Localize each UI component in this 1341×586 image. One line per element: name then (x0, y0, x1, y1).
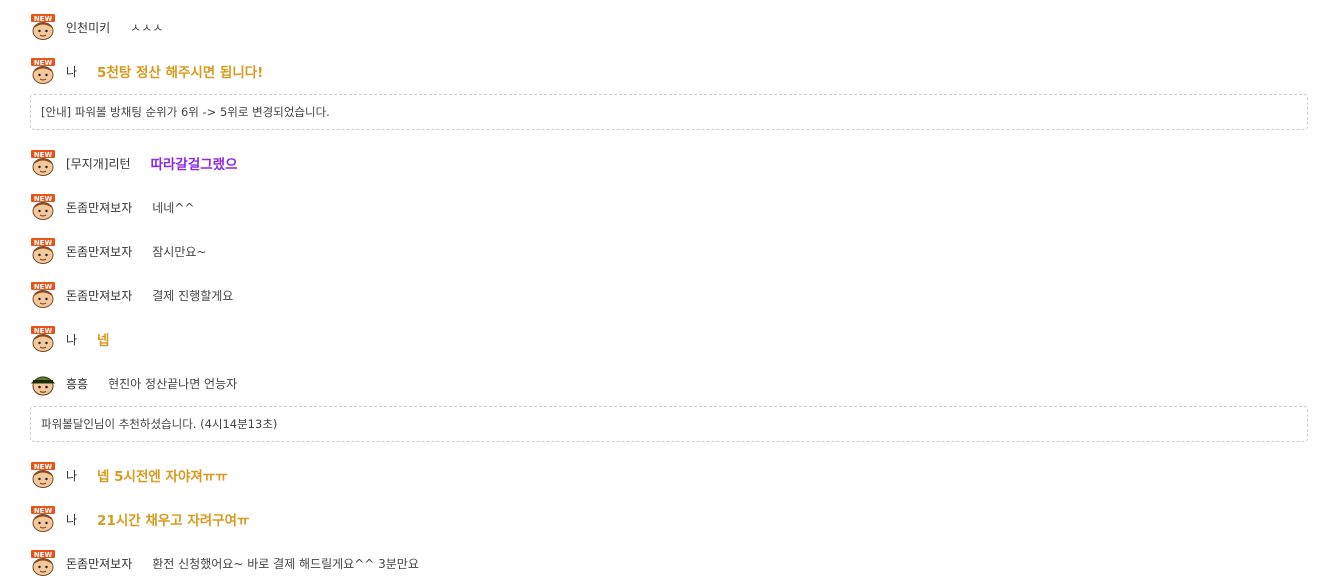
message-text: ㅅㅅㅅ (130, 20, 164, 35)
chat-message-mine: NEW 나 5천탕 정산 해주시면 됩니다! (30, 58, 263, 84)
chat-message-mine: NEW 나 넵 (30, 326, 109, 352)
nickname[interactable]: [무지개]리턴 (66, 155, 131, 172)
chat-message-mine: NEW 나 넵 5시전엔 자야져ㅠㅠ (30, 462, 228, 488)
message-text: 환전 신청했어요~ 바로 결제 해드릴게요^^ 3분만요 (152, 556, 419, 571)
message-text: 넵 (97, 333, 110, 349)
message-text: 21시간 채우고 자려구여ㅠ (97, 513, 250, 529)
chat-log: NEW 인천미키 ㅅㅅㅅ NEW 나 5천탕 정산 해주시면 됩니다! [안내]… (0, 0, 1341, 586)
nickname[interactable]: 나 (66, 467, 77, 484)
chat-message: NEW 돈좀만져보자 네네^^ (30, 194, 194, 220)
svg-text:NEW: NEW (34, 507, 53, 515)
svg-text:NEW: NEW (34, 463, 53, 471)
new-user-avatar-icon: NEW (30, 150, 56, 176)
svg-text:NEW: NEW (34, 151, 53, 159)
chat-message: NEW 돈좀만져보자 결제 진행할게요 (30, 282, 233, 308)
message-text: 따라갈걸그랬으 (150, 157, 238, 173)
soldier-avatar-icon (30, 370, 56, 396)
chat-message: NEW [무지개]리턴 따라갈걸그랬으 (30, 150, 238, 176)
new-user-avatar-icon: NEW (30, 194, 56, 220)
new-user-avatar-icon: NEW (30, 550, 56, 576)
svg-text:NEW: NEW (34, 195, 53, 203)
nickname[interactable]: 나 (66, 331, 77, 348)
new-user-avatar-icon: NEW (30, 14, 56, 40)
nickname[interactable]: 돈좀만져보자 (66, 555, 132, 572)
svg-text:NEW: NEW (34, 283, 53, 291)
nickname[interactable]: 돈좀만져보자 (66, 287, 132, 304)
new-user-avatar-icon: NEW (30, 506, 56, 532)
new-user-avatar-icon: NEW (30, 282, 56, 308)
message-text: 5천탕 정산 해주시면 됩니다! (97, 65, 264, 81)
svg-text:NEW: NEW (34, 15, 53, 23)
chat-message-mine: NEW 나 21시간 채우고 자려구여ㅠ (30, 506, 249, 532)
nickname[interactable]: 흥흥 (66, 375, 88, 392)
system-notice: 파워볼달인님이 추천하셨습니다. (4시14분13초) (30, 406, 1308, 442)
svg-text:NEW: NEW (34, 327, 53, 335)
message-text: 잠시만요~ (152, 244, 207, 259)
nickname[interactable]: 나 (66, 511, 77, 528)
nickname[interactable]: 돈좀만져보자 (66, 243, 132, 260)
message-text: 넵 5시전엔 자야져ㅠㅠ (97, 469, 228, 485)
message-text: 결제 진행할게요 (152, 288, 234, 303)
svg-text:NEW: NEW (34, 239, 53, 247)
chat-message: NEW 돈좀만져보자 환전 신청했어요~ 바로 결제 해드릴게요^^ 3분만요 (30, 550, 419, 576)
chat-message: NEW 인천미키 ㅅㅅㅅ (30, 14, 163, 40)
svg-text:NEW: NEW (34, 59, 53, 67)
message-text: 현진아 정산끝나면 언능자 (108, 376, 238, 391)
system-notice: [안내] 파워볼 방채팅 순위가 6위 -> 5위로 변경되었습니다. (30, 94, 1308, 130)
svg-text:NEW: NEW (34, 551, 53, 559)
chat-message: 흥흥 현진아 정산끝나면 언능자 (30, 370, 237, 396)
new-user-avatar-icon: NEW (30, 238, 56, 264)
new-user-avatar-icon: NEW (30, 58, 56, 84)
nickname[interactable]: 나 (66, 63, 77, 80)
nickname[interactable]: 인천미키 (66, 19, 110, 36)
message-text: 네네^^ (152, 200, 195, 215)
nickname[interactable]: 돈좀만져보자 (66, 199, 132, 216)
new-user-avatar-icon: NEW (30, 462, 56, 488)
new-user-avatar-icon: NEW (30, 326, 56, 352)
chat-message: NEW 돈좀만져보자 잠시만요~ (30, 238, 206, 264)
